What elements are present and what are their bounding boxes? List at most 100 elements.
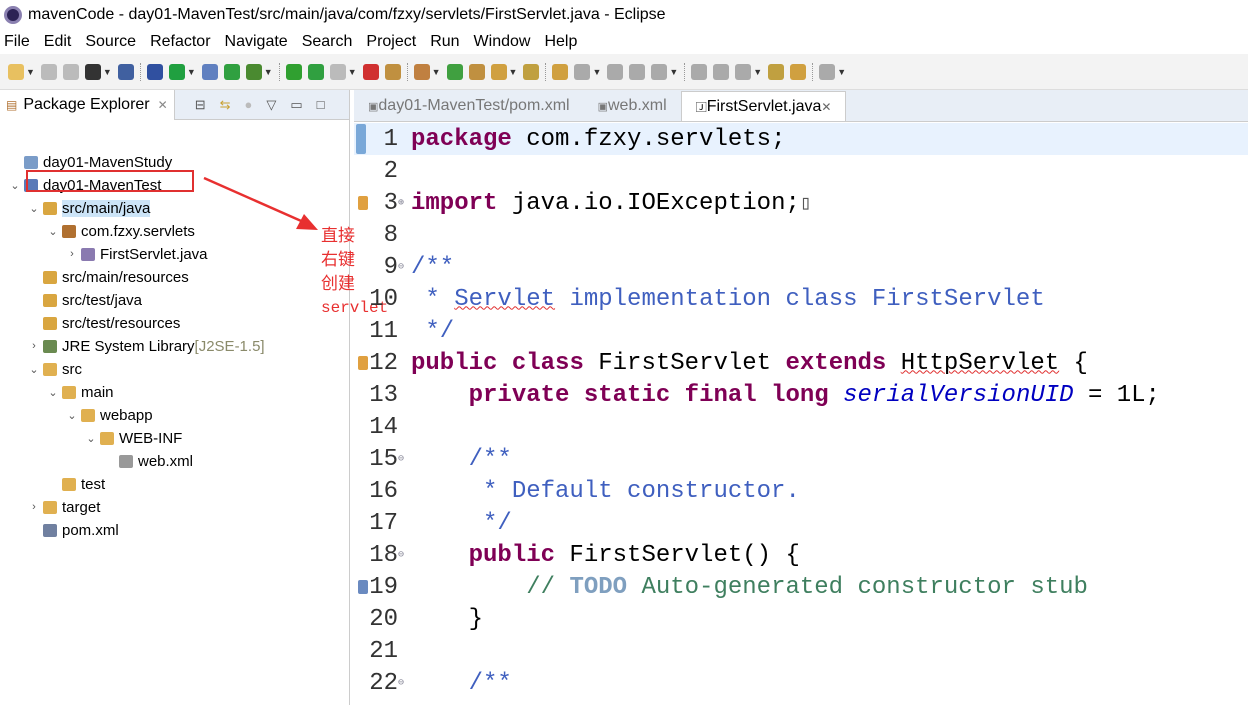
dropdown-arrow-icon[interactable]: ▼ xyxy=(837,67,846,77)
toolbar-button-icon[interactable] xyxy=(413,63,430,80)
toolbar-button-icon[interactable] xyxy=(768,63,785,80)
error-marker-icon[interactable] xyxy=(358,196,368,210)
toolbar-button-icon[interactable] xyxy=(607,63,624,80)
menu-search[interactable]: Search xyxy=(302,33,353,51)
toolbar-button-icon[interactable] xyxy=(790,63,807,80)
toolbar-button-icon[interactable] xyxy=(62,63,79,80)
toolbar-button-icon[interactable] xyxy=(329,63,346,80)
tree-item[interactable]: src/test/java xyxy=(27,289,142,311)
chevron-right-icon[interactable]: › xyxy=(27,340,41,352)
toolbar-button-icon[interactable] xyxy=(201,63,218,80)
toolbar-button-icon[interactable] xyxy=(117,63,134,80)
toolbar-button-icon[interactable] xyxy=(168,63,185,80)
menu-window[interactable]: Window xyxy=(474,33,531,51)
fold-collapse-icon[interactable]: ⊖ xyxy=(398,261,404,273)
tab-package-explorer[interactable]: ▤ Package Explorer ✕ xyxy=(0,89,175,120)
toolbar-button-icon[interactable] xyxy=(285,63,302,80)
editor-tab[interactable]: 🄹 FirstServlet.java ✕ xyxy=(680,91,847,121)
collapse-all-icon[interactable]: ⊟ xyxy=(195,97,206,113)
close-icon[interactable]: ✕ xyxy=(821,100,831,114)
fold-expand-icon[interactable]: ⊕ xyxy=(398,197,404,209)
toolbar-button-icon[interactable] xyxy=(84,63,101,80)
toolbar-button-icon[interactable] xyxy=(362,63,379,80)
maximize-icon[interactable]: □ xyxy=(317,97,325,113)
tree-item[interactable]: web.xml xyxy=(103,450,193,472)
tree-item[interactable]: ⌄ src xyxy=(27,358,82,380)
menu-run[interactable]: Run xyxy=(430,33,459,51)
dropdown-arrow-icon[interactable]: ▼ xyxy=(348,67,357,77)
editor-tab[interactable]: ▣ day01-MavenTest/pom.xml xyxy=(354,91,584,121)
toolbar-button-icon[interactable] xyxy=(651,63,668,80)
link-with-editor-icon[interactable]: ⇆ xyxy=(220,97,231,113)
view-menu-icon[interactable]: ▽ xyxy=(266,97,276,113)
toolbar-button-icon[interactable] xyxy=(307,63,324,80)
dropdown-arrow-icon[interactable]: ▼ xyxy=(264,67,273,77)
tree-item[interactable]: › target xyxy=(27,496,100,518)
tree-item[interactable]: ⌄ webapp xyxy=(65,404,152,426)
toolbar-button-icon[interactable] xyxy=(629,63,646,80)
menu-file[interactable]: File xyxy=(4,33,30,51)
toolbar-button-icon[interactable] xyxy=(713,63,730,80)
menu-project[interactable]: Project xyxy=(366,33,416,51)
fold-collapse-icon[interactable]: ⊖ xyxy=(398,677,404,689)
fold-collapse-icon[interactable]: ⊖ xyxy=(398,453,404,465)
dropdown-arrow-icon[interactable]: ▼ xyxy=(509,67,518,77)
toolbar-button-icon[interactable] xyxy=(384,63,401,80)
tree-item[interactable]: ⌄ WEB-INF xyxy=(84,427,182,449)
tree-item[interactable]: src/test/resources xyxy=(27,312,180,334)
chevron-down-icon[interactable]: ⌄ xyxy=(84,432,98,445)
menu-source[interactable]: Source xyxy=(85,33,136,51)
filter-icon[interactable]: ● xyxy=(245,97,253,113)
close-icon[interactable]: ✕ xyxy=(158,98,168,112)
dropdown-arrow-icon[interactable]: ▼ xyxy=(26,67,35,77)
fold-collapse-icon[interactable]: ⊖ xyxy=(398,549,404,561)
dropdown-arrow-icon[interactable]: ▼ xyxy=(592,67,601,77)
dropdown-arrow-icon[interactable]: ▼ xyxy=(669,67,678,77)
toolbar-button-icon[interactable] xyxy=(40,63,57,80)
chevron-down-icon[interactable]: ⌄ xyxy=(46,225,60,238)
toolbar-button-icon[interactable] xyxy=(468,63,485,80)
dropdown-arrow-icon[interactable]: ▼ xyxy=(753,67,762,77)
menu-refactor[interactable]: Refactor xyxy=(150,33,210,51)
editor-tab[interactable]: ▣ web.xml xyxy=(584,91,681,121)
tree-item[interactable]: › FirstServlet.java xyxy=(65,243,207,265)
toolbar-button-icon[interactable] xyxy=(245,63,262,80)
dropdown-arrow-icon[interactable]: ▼ xyxy=(103,67,112,77)
error-marker-icon[interactable] xyxy=(358,356,368,370)
toolbar-button-icon[interactable] xyxy=(490,63,507,80)
chevron-down-icon[interactable]: ⌄ xyxy=(65,409,79,422)
minimize-icon[interactable]: ▭ xyxy=(290,97,302,113)
chevron-down-icon[interactable]: ⌄ xyxy=(8,179,22,192)
line-number: 21 xyxy=(369,637,398,665)
tree-item[interactable]: pom.xml xyxy=(27,519,119,541)
chevron-down-icon[interactable]: ⌄ xyxy=(46,386,60,399)
menu-edit[interactable]: Edit xyxy=(44,33,72,51)
toolbar-button-icon[interactable] xyxy=(523,63,540,80)
toolbar-button-icon[interactable] xyxy=(552,63,569,80)
toolbar-button-icon[interactable] xyxy=(8,63,24,80)
tree-item[interactable]: ⌄ com.fzxy.servlets xyxy=(46,220,195,242)
menu-navigate[interactable]: Navigate xyxy=(225,33,288,51)
toolbar-button-icon[interactable] xyxy=(735,63,752,80)
dropdown-arrow-icon[interactable]: ▼ xyxy=(187,67,196,77)
toolbar-button-icon[interactable] xyxy=(574,63,591,80)
tree-item[interactable]: test xyxy=(46,473,105,495)
menu-help[interactable]: Help xyxy=(544,33,577,51)
toolbar-button-icon[interactable] xyxy=(146,63,163,80)
tree-item[interactable]: › JRE System Library [J2SE-1.5] xyxy=(27,335,264,357)
dropdown-arrow-icon[interactable]: ▼ xyxy=(432,67,441,77)
toolbar-button-icon[interactable] xyxy=(446,63,463,80)
toolbar-button-icon[interactable] xyxy=(223,63,240,80)
chevron-down-icon[interactable]: ⌄ xyxy=(27,202,41,215)
code-editor[interactable]: 1 package com.fzxy.servlets; 2 3 ⊕ import jav… xyxy=(354,123,1248,705)
task-marker-icon[interactable] xyxy=(358,580,368,594)
chevron-right-icon[interactable]: › xyxy=(27,501,41,513)
toolbar-button-icon[interactable] xyxy=(819,63,836,80)
toolbar-button-icon[interactable] xyxy=(691,63,708,80)
tree-item[interactable]: src/main/resources xyxy=(27,266,189,288)
chevron-down-icon[interactable]: ⌄ xyxy=(27,363,41,376)
chevron-right-icon[interactable]: › xyxy=(65,248,79,260)
tree-item[interactable]: ⌄ main xyxy=(46,381,113,403)
code-text: /** xyxy=(400,254,454,281)
tree-item[interactable]: ⌄ src/main/java xyxy=(27,197,151,219)
